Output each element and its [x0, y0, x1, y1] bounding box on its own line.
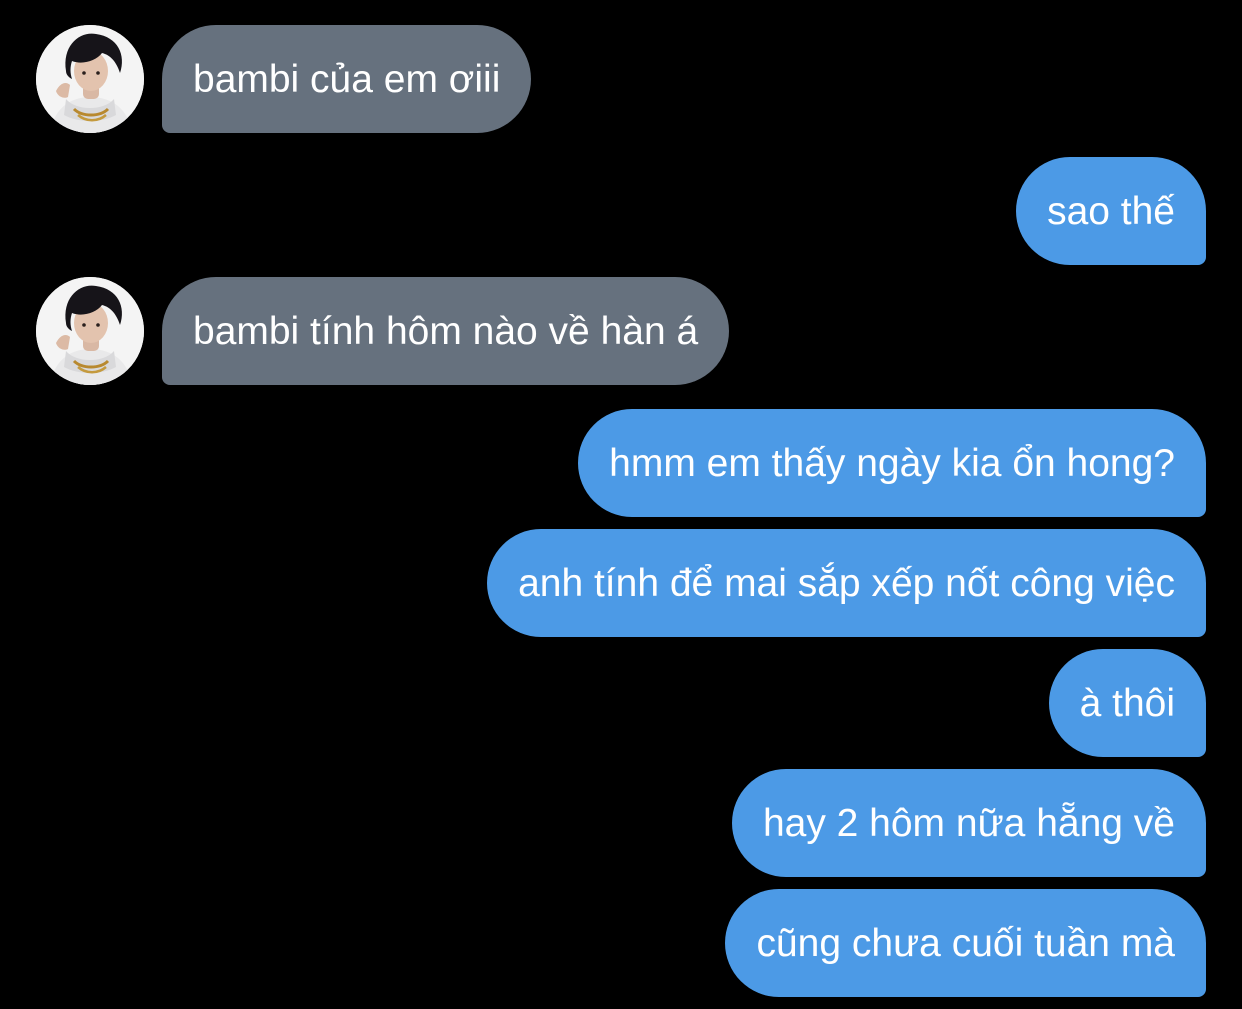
- message-text: anh tính để mai sắp xếp nốt công việc: [518, 561, 1175, 605]
- message-row: sao thế: [0, 157, 1206, 265]
- outgoing-message-bubble[interactable]: à thôi: [1048, 649, 1206, 757]
- outgoing-message-bubble[interactable]: cũng chưa cuối tuần mà: [725, 889, 1206, 997]
- contact-avatar[interactable]: [36, 25, 144, 133]
- message-text: hmm em thấy ngày kia ổn hong?: [609, 441, 1175, 485]
- message-text: hay 2 hôm nữa hẵng về: [762, 801, 1175, 845]
- outgoing-message-bubble[interactable]: anh tính để mai sắp xếp nốt công việc: [487, 529, 1206, 637]
- message-row: bambi tính hôm nào về hàn á: [0, 277, 800, 385]
- message-text: sao thế: [1047, 189, 1175, 233]
- outgoing-message-bubble[interactable]: hay 2 hôm nữa hẵng về: [731, 769, 1206, 877]
- avatar-portrait-icon: [36, 25, 144, 133]
- message-row: hay 2 hôm nữa hẵng về: [0, 769, 1206, 877]
- outgoing-message-bubble[interactable]: hmm em thấy ngày kia ổn hong?: [578, 409, 1206, 517]
- incoming-message-bubble[interactable]: bambi tính hôm nào về hàn á: [162, 277, 730, 385]
- message-row: cũng chưa cuối tuần mà: [0, 889, 1206, 997]
- avatar-portrait-icon: [36, 277, 144, 385]
- message-text: à thôi: [1079, 681, 1175, 725]
- message-row: bambi của em ơiii: [0, 25, 600, 133]
- message-text: cũng chưa cuối tuần mà: [756, 921, 1175, 965]
- message-row: anh tính để mai sắp xếp nốt công việc: [0, 529, 1206, 637]
- message-row: hmm em thấy ngày kia ổn hong?: [0, 409, 1206, 517]
- message-text: bambi của em ơiii: [193, 57, 501, 101]
- incoming-message-bubble[interactable]: bambi của em ơiii: [162, 25, 532, 133]
- message-text: bambi tính hôm nào về hàn á: [193, 309, 699, 353]
- outgoing-message-bubble[interactable]: sao thế: [1016, 157, 1206, 265]
- contact-avatar[interactable]: [36, 277, 144, 385]
- message-row: à thôi: [0, 649, 1206, 757]
